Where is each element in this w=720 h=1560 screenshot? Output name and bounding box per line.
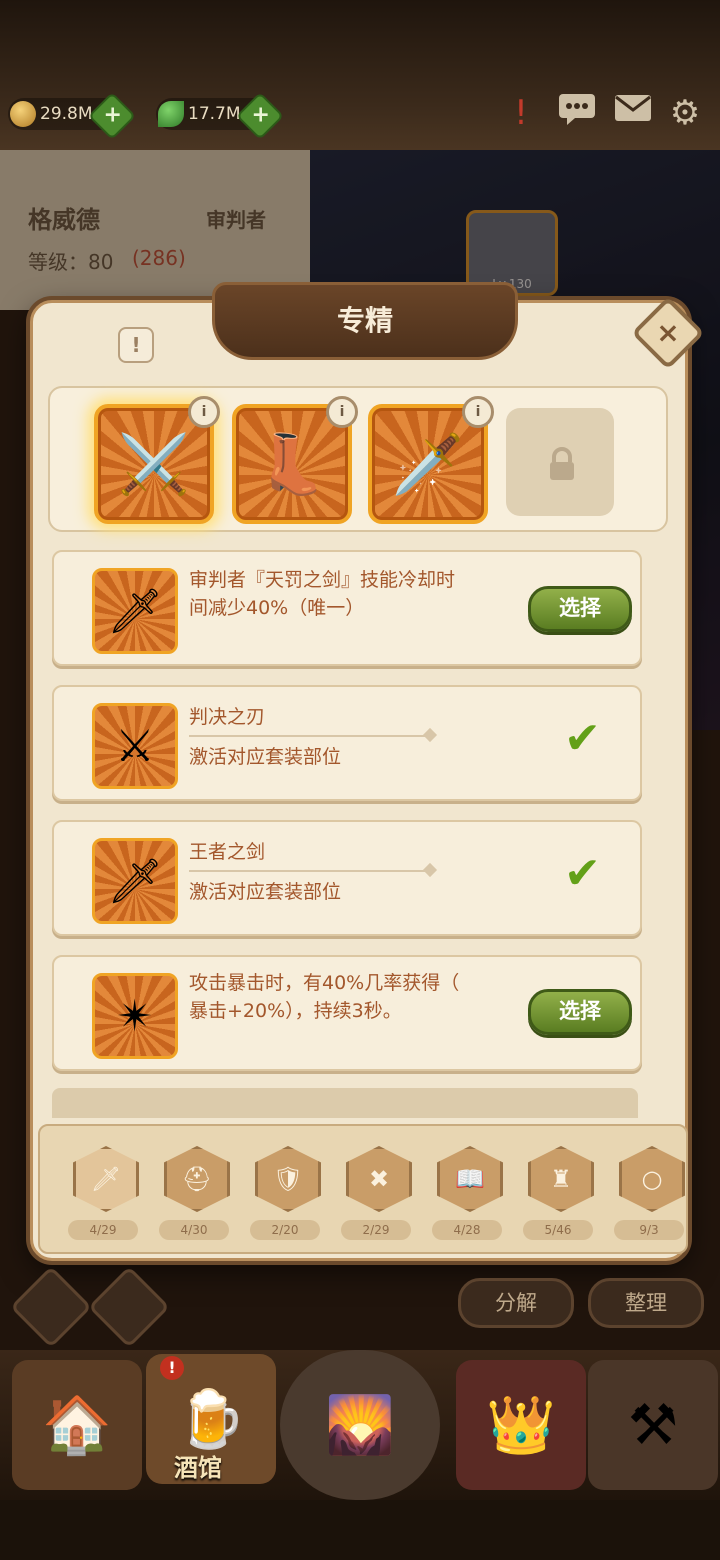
- category-item[interactable]: ⛑ 4/30: [159, 1146, 230, 1240]
- slot-info-icon[interactable]: i: [188, 396, 220, 428]
- scythe-blade-icon: 🗡: [92, 568, 178, 654]
- tavern-alert-icon: !: [160, 1356, 184, 1380]
- portal-icon: 🌄: [325, 1393, 395, 1458]
- equip-slot-locked: [506, 408, 614, 516]
- category-item[interactable]: ✖ 2/29: [341, 1146, 412, 1240]
- option-desc-line1: 攻击暴击时，有40%几率获得（: [189, 972, 460, 994]
- check-icon: ✔: [564, 848, 601, 899]
- info-button[interactable]: !: [118, 327, 154, 363]
- select-button[interactable]: 选择: [528, 586, 632, 632]
- coin-amount: 29.8M: [40, 104, 93, 124]
- nav-adventure[interactable]: 🌄: [280, 1350, 440, 1500]
- nav-heroes[interactable]: 👑: [456, 1360, 586, 1490]
- category-count: 4/30: [159, 1220, 229, 1240]
- option-card-4: ✴ 攻击暴击时，有40%几率获得（ 暴击+20%），持续3秒。 选择: [52, 955, 642, 1071]
- ring-icon: ○: [619, 1146, 685, 1212]
- category-count: 2/20: [250, 1220, 320, 1240]
- book-icon: 📖: [437, 1146, 503, 1212]
- sword-icon: ⚔️: [117, 429, 191, 498]
- option-title: 王者之剑: [189, 841, 266, 863]
- add-gems-button[interactable]: +: [235, 91, 284, 141]
- footer: [0, 1500, 720, 1560]
- equip-slot-blade[interactable]: 🗡️ i: [368, 396, 494, 524]
- alert-icon[interactable]: !: [500, 92, 542, 134]
- option-subtitle: 激活对应套装部位: [189, 746, 342, 768]
- option-desc-line1: 审判者『天罚之剑』技能冷却时: [189, 569, 456, 591]
- beer-mug-icon: 🍺: [176, 1387, 246, 1452]
- nav-forge[interactable]: ⚒: [588, 1360, 718, 1490]
- add-coins-button[interactable]: +: [87, 91, 136, 141]
- equip-slot-boot[interactable]: 👢 i: [232, 396, 358, 524]
- coin-icon: [10, 101, 36, 127]
- crown-icon: 👑: [486, 1393, 556, 1458]
- option-card-partial: [52, 1088, 638, 1118]
- blade-icon: 🗡: [92, 838, 178, 924]
- nav-home[interactable]: 🏠: [12, 1360, 142, 1490]
- chat-icon[interactable]: [556, 92, 598, 134]
- category-item[interactable]: 🗡 4/29: [68, 1146, 139, 1240]
- category-count: 4/28: [432, 1220, 502, 1240]
- option-card-1: 🗡 审判者『天罚之剑』技能冷却时 间减少40%（唯一） 选择: [52, 550, 642, 666]
- category-count: 9/3: [614, 1220, 684, 1240]
- top-status-bar: 29.8M + 17.7M + ! ⚙: [0, 0, 720, 150]
- slot-info-icon[interactable]: i: [462, 396, 494, 428]
- category-count: 2/29: [341, 1220, 411, 1240]
- category-item[interactable]: 🛡 2/20: [250, 1146, 321, 1240]
- leaf-gem-icon: [158, 101, 184, 127]
- category-count: 4/29: [68, 1220, 138, 1240]
- option-title: 判决之刃: [189, 706, 266, 728]
- armor-icon: 🛡: [255, 1146, 321, 1212]
- gem-amount: 17.7M: [188, 104, 241, 124]
- sword-icon: ⚔: [92, 703, 178, 789]
- gem-counter: 17.7M +: [156, 91, 284, 141]
- coin-counter: 29.8M +: [8, 91, 136, 141]
- category-item[interactable]: ♜ 5/46: [523, 1146, 594, 1240]
- select-button[interactable]: 选择: [528, 989, 632, 1035]
- dialog-title: 专精: [212, 282, 518, 360]
- equip-slot-sword[interactable]: ⚔️ i: [94, 396, 220, 524]
- option-card-3: 🗡 王者之剑 激活对应套装部位 ✔: [52, 820, 642, 936]
- house-icon: 🏠: [42, 1393, 112, 1458]
- mail-icon[interactable]: [612, 92, 654, 134]
- category-list: 🗡 4/29 ⛑ 4/30 🛡 2/20 ✖ 2/29 📖 4/28 ♜ 5/46 ○ 9/3: [68, 1146, 685, 1246]
- option-desc-line2: 间减少40%（唯一）: [189, 597, 365, 619]
- shield-icon: ✖: [346, 1146, 412, 1212]
- organize-button[interactable]: 整理: [588, 1278, 704, 1328]
- lock-icon: [550, 447, 574, 480]
- category-item[interactable]: ○ 9/3: [614, 1146, 685, 1240]
- option-desc-line2: 暴击+20%），持续3秒。: [189, 1000, 402, 1022]
- weapon-icon: 🗡: [73, 1146, 139, 1212]
- check-icon: ✔: [564, 713, 601, 764]
- blade-icon: 🗡️: [391, 429, 465, 498]
- forge-icon: ⚒: [627, 1392, 679, 1458]
- shuriken-icon: ✴: [92, 973, 178, 1059]
- nav-tavern-label: 酒馆: [174, 1454, 222, 1482]
- option-card-2: ⚔ 判决之刃 激活对应套装部位 ✔: [52, 685, 642, 801]
- slot-info-icon[interactable]: i: [326, 396, 358, 428]
- bottom-nav: 🏠 🍺 酒馆 ! 🌄 👑 ⚒: [0, 1350, 720, 1500]
- settings-gear-icon[interactable]: ⚙: [664, 92, 706, 134]
- category-count: 5/46: [523, 1220, 593, 1240]
- pauldron-icon: ♜: [528, 1146, 594, 1212]
- helmet-icon: ⛑: [164, 1146, 230, 1212]
- decompose-button[interactable]: 分解: [458, 1278, 574, 1328]
- boot-icon: 👢: [255, 429, 329, 498]
- category-item[interactable]: 📖 4/28: [432, 1146, 503, 1240]
- option-subtitle: 激活对应套装部位: [189, 881, 342, 903]
